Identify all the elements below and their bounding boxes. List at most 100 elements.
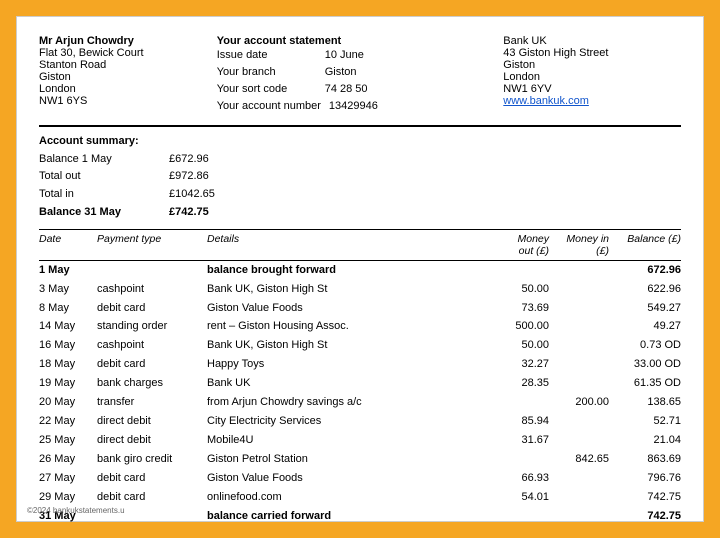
cell-type: debit card [97,301,207,317]
cell-moneyout: 50.00 [484,282,549,298]
cell-moneyin: 842.65 [549,452,609,468]
cell-date: 14 May [39,319,97,335]
bank-address-line2: Giston [503,59,681,71]
cell-details: Happy Toys [207,357,484,373]
bank-website[interactable]: www.bankuk.com [503,95,681,107]
table-row: 1 May balance brought forward 672.96 [39,261,681,280]
sort-code-label: Your sort code [217,81,317,98]
total-in-value: £1042.65 [169,186,239,204]
cell-date: 8 May [39,301,97,317]
total-out-value: £972.86 [169,168,239,186]
cell-details: Mobile4U [207,433,484,449]
col-header-details: Details [207,233,484,257]
cell-moneyout: 73.69 [484,301,549,317]
issue-date-row: Issue date 10 June [217,47,484,64]
account-number-value: 13429946 [329,98,378,115]
cell-moneyin [549,338,609,354]
cell-moneyout: 50.00 [484,338,549,354]
cell-moneyout: 54.01 [484,490,549,506]
cell-type: direct debit [97,433,207,449]
table-header-row: Date Payment type Details Moneyout (£) M… [39,229,681,261]
issue-date-label: Issue date [217,47,317,64]
balance-31may-value: £742.75 [169,204,239,222]
summary-title: Account summary: [39,133,681,151]
sort-code-row: Your sort code 74 28 50 [217,81,484,98]
cell-type: standing order [97,319,207,335]
cell-details: balance brought forward [207,263,484,279]
cell-balance: 33.00 OD [609,357,681,373]
cell-type: bank giro credit [97,452,207,468]
total-in-row: Total in £1042.65 [39,186,681,204]
cell-details: from Arjun Chowdry savings a/c [207,395,484,411]
address-line2: Stanton Road [39,59,217,71]
cell-moneyin [549,509,609,525]
account-number-label: Your account number [217,98,321,115]
cell-balance: 742.75 [609,509,681,525]
table-row: 27 May debit card Giston Value Foods 66.… [39,469,681,488]
cell-details: Bank UK, Giston High St [207,282,484,298]
cell-type: debit card [97,471,207,487]
cell-moneyin [549,490,609,506]
table-row: 3 May cashpoint Bank UK, Giston High St … [39,280,681,299]
cell-moneyout [484,452,549,468]
cell-moneyin [549,282,609,298]
cell-type: transfer [97,395,207,411]
table-row: 16 May cashpoint Bank UK, Giston High St… [39,337,681,356]
table-row: 19 May bank charges Bank UK 28.35 61.35 … [39,375,681,394]
cell-details: Giston Value Foods [207,471,484,487]
cell-date: 3 May [39,282,97,298]
cell-balance: 138.65 [609,395,681,411]
cell-date: 18 May [39,357,97,373]
bank-address-line3: London [503,71,681,83]
table-row: 25 May direct debit Mobile4U 31.67 21.04 [39,432,681,451]
balance-1may-row: Balance 1 May £672.96 [39,151,681,169]
col-header-type: Payment type [97,233,207,257]
cell-moneyin [549,263,609,279]
table-row: 31 May balance carried forward 742.75 [39,507,681,526]
cell-moneyout: 66.93 [484,471,549,487]
table-row: 29 May debit card onlinefood.com 54.01 7… [39,488,681,507]
balance-1may-label: Balance 1 May [39,151,149,169]
cell-moneyout: 31.67 [484,433,549,449]
col-header-balance: Balance (£) [609,233,681,257]
col-header-moneyin: Money in(£) [549,233,609,257]
table-row: 18 May debit card Happy Toys 32.27 33.00… [39,356,681,375]
cell-details: Giston Value Foods [207,301,484,317]
total-out-row: Total out £972.86 [39,168,681,186]
table-row: 22 May direct debit City Electricity Ser… [39,413,681,432]
branch-row: Your branch Giston [217,64,484,81]
address-line3: Giston [39,71,217,83]
col-header-date: Date [39,233,97,257]
cell-details: Bank UK, Giston High St [207,338,484,354]
customer-address: Mr Arjun Chowdry Flat 30, Bewick Court S… [39,35,217,115]
total-out-label: Total out [39,168,149,186]
cell-balance: 49.27 [609,319,681,335]
header-section: Mr Arjun Chowdry Flat 30, Bewick Court S… [39,35,681,115]
bank-address-line1: 43 Giston High Street [503,47,681,59]
table-row: 8 May debit card Giston Value Foods 73.6… [39,299,681,318]
cell-moneyin [549,301,609,317]
cell-moneyin [549,433,609,449]
table-body: 1 May balance brought forward 672.96 3 M… [39,261,681,526]
cell-date: 1 May [39,263,97,279]
branch-label: Your branch [217,64,317,81]
bank-address: Bank UK 43 Giston High Street Giston Lon… [483,35,681,115]
cell-balance: 863.69 [609,452,681,468]
bank-name: Bank UK [503,35,681,47]
balance-31may-row: Balance 31 May £742.75 [39,204,681,222]
bank-statement-document: Mr Arjun Chowdry Flat 30, Bewick Court S… [16,16,704,522]
cell-moneyout [484,509,549,525]
cell-type: debit card [97,490,207,506]
cell-details: onlinefood.com [207,490,484,506]
cell-moneyout: 28.35 [484,376,549,392]
table-row: 14 May standing order rent – Giston Hous… [39,318,681,337]
issue-date-value: 10 June [325,47,364,64]
cell-moneyin [549,376,609,392]
cell-balance: 672.96 [609,263,681,279]
cell-type: direct debit [97,414,207,430]
cell-details: rent – Giston Housing Assoc. [207,319,484,335]
cell-date: 26 May [39,452,97,468]
cell-balance: 52.71 [609,414,681,430]
header-divider [39,125,681,127]
cell-moneyin [549,471,609,487]
